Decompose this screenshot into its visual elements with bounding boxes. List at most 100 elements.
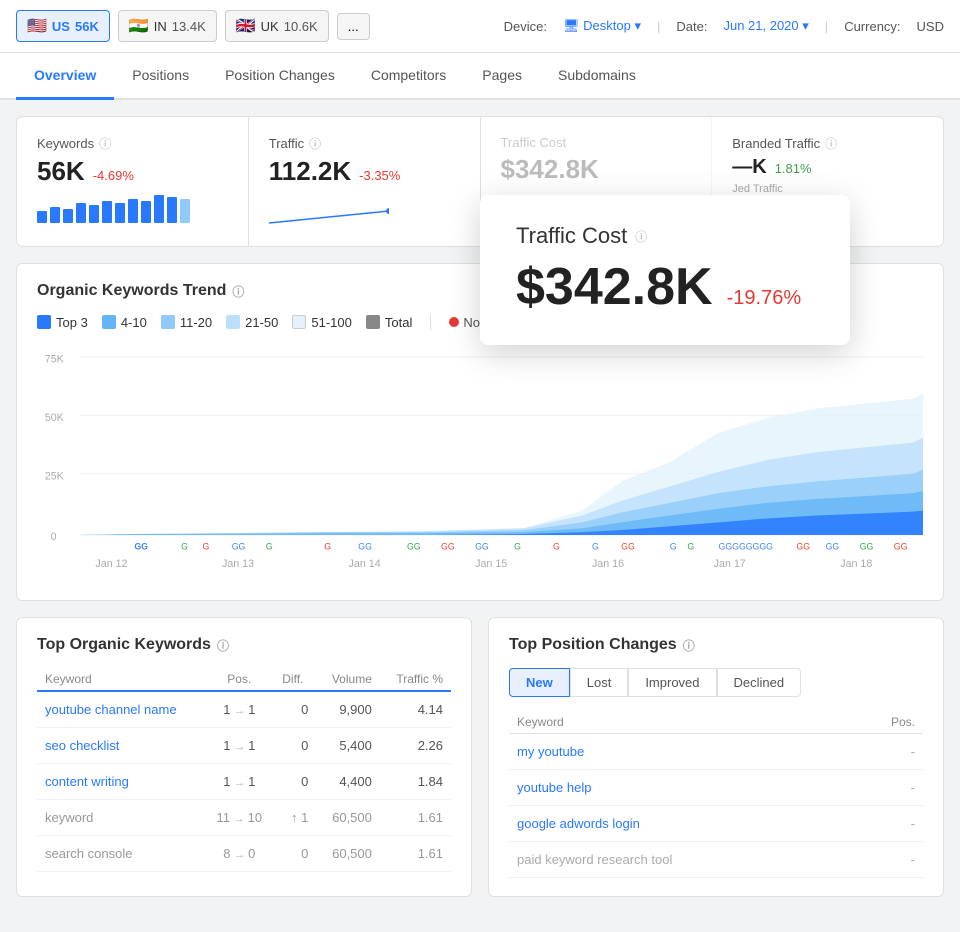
- jed-traffic-label[interactable]: Jed Traffic: [732, 183, 923, 195]
- branded-traffic-value: —K: [732, 156, 766, 179]
- keywords-info-icon[interactable]: ⓘ: [99, 135, 111, 152]
- kw-3-volume: 4,400: [316, 764, 380, 800]
- pos-kw-4-pos: -: [845, 842, 923, 878]
- svg-text:G: G: [553, 542, 560, 552]
- position-changes-tabs: New Lost Improved Declined: [509, 668, 923, 697]
- legend-21-50-checkbox: [226, 315, 240, 329]
- pos-kw-3[interactable]: google adwords login: [509, 806, 845, 842]
- bar-7: [115, 203, 125, 223]
- legend-4-10[interactable]: 4-10: [102, 315, 147, 330]
- traffic-cost-value-hidden: $342.8K: [501, 154, 599, 185]
- traffic-value: 112.2K: [269, 156, 351, 187]
- kw-2-traffic: 2.26: [380, 728, 451, 764]
- legend-total-label: Total: [385, 315, 412, 330]
- kw-4-pos: 11 → 10: [204, 800, 274, 836]
- svg-text:Jan 16: Jan 16: [592, 558, 624, 570]
- tab-overview[interactable]: Overview: [16, 53, 114, 100]
- kw-5-traffic: 1.61: [380, 836, 451, 872]
- country-us[interactable]: 🇺🇸 US 56K: [16, 10, 110, 42]
- tab-competitors[interactable]: Competitors: [353, 53, 464, 100]
- col-keyword: Keyword: [37, 668, 204, 691]
- branded-traffic-info-icon[interactable]: ⓘ: [825, 135, 837, 152]
- pos-kw-3-pos: -: [845, 806, 923, 842]
- keywords-stat: Keywords ⓘ 56K -4.69%: [17, 117, 249, 246]
- count-uk: 10.6K: [284, 19, 318, 34]
- currency-label: Currency:: [844, 19, 900, 34]
- pos-kw-2[interactable]: youtube help: [509, 770, 845, 806]
- svg-text:GG: GG: [826, 542, 840, 552]
- svg-text:GG: GG: [894, 542, 908, 552]
- trend-info-icon[interactable]: ⓘ: [232, 283, 244, 300]
- kw-3-pos: 1 → 1: [204, 764, 274, 800]
- popup-label: Traffic Cost ⓘ: [516, 223, 814, 249]
- legend-4-10-checkbox: [102, 315, 116, 329]
- keywords-mini-bars: [37, 195, 228, 223]
- notes-dot-icon: [449, 317, 459, 327]
- svg-text:GG: GG: [358, 542, 372, 552]
- top-position-changes-info-icon[interactable]: ⓘ: [683, 637, 695, 654]
- device-select[interactable]: 🖥 Desktop ▾: [563, 18, 641, 34]
- pos-kw-4: paid keyword research tool: [509, 842, 845, 878]
- legend-21-50[interactable]: 21-50: [226, 315, 278, 330]
- popup-info-icon[interactable]: ⓘ: [635, 228, 647, 245]
- legend-divider: [430, 314, 431, 330]
- tab-positions[interactable]: Positions: [114, 53, 207, 100]
- legend-total[interactable]: Total: [366, 315, 412, 330]
- pos-tab-declined[interactable]: Declined: [717, 668, 802, 697]
- svg-text:G: G: [266, 542, 273, 552]
- pos-tab-new[interactable]: New: [509, 668, 570, 697]
- legend-21-50-label: 21-50: [245, 315, 278, 330]
- bar-1: [37, 211, 47, 223]
- bar-4: [76, 203, 86, 223]
- legend-11-20[interactable]: 11-20: [161, 315, 212, 330]
- tab-pages[interactable]: Pages: [464, 53, 540, 100]
- table-row: search console 8 → 0 0 60,500 1.61: [37, 836, 451, 872]
- top-keywords-info-icon[interactable]: ⓘ: [217, 637, 229, 654]
- traffic-info-icon[interactable]: ⓘ: [309, 135, 321, 152]
- svg-text:GG: GG: [860, 542, 874, 552]
- traffic-cost-popup: Traffic Cost ⓘ $342.8K -19.76%: [480, 195, 850, 345]
- bar-3: [63, 209, 73, 223]
- traffic-stat: Traffic ⓘ 112.2K -3.35%: [249, 117, 481, 246]
- date-select[interactable]: Jun 21, 2020 ▾: [723, 18, 808, 34]
- legend-total-checkbox: [366, 315, 380, 329]
- svg-text:0: 0: [51, 531, 57, 543]
- top-bar-right: Device: 🖥 Desktop ▾ | Date: Jun 21, 2020…: [504, 18, 944, 34]
- flag-uk: 🇬🇧: [236, 16, 256, 36]
- svg-text:Jan 14: Jan 14: [349, 558, 381, 570]
- kw-1-pos: 1 → 1: [204, 691, 274, 728]
- country-uk[interactable]: 🇬🇧 UK 10.6K: [225, 10, 329, 42]
- tab-subdomains[interactable]: Subdomains: [540, 53, 654, 100]
- pos-tab-lost[interactable]: Lost: [570, 668, 629, 697]
- svg-text:GG: GG: [441, 542, 455, 552]
- bar-5: [89, 205, 99, 223]
- branded-traffic-change: 1.81%: [775, 161, 812, 176]
- more-countries-button[interactable]: ...: [337, 13, 370, 40]
- pos-col-keyword: Keyword: [509, 711, 845, 734]
- legend-51-100[interactable]: 51-100: [292, 315, 351, 330]
- popup-value-row: $342.8K -19.76%: [516, 257, 814, 317]
- svg-text:G: G: [592, 542, 599, 552]
- svg-text:G: G: [514, 542, 521, 552]
- kw-4: keyword: [37, 800, 204, 836]
- svg-text:GGGGGGGG: GGGGGGGG: [719, 542, 774, 552]
- traffic-sparkline: [269, 195, 389, 225]
- kw-3[interactable]: content writing: [37, 764, 204, 800]
- country-in[interactable]: 🇮🇳 IN 13.4K: [118, 10, 217, 42]
- svg-text:50K: 50K: [45, 412, 65, 424]
- bar-11: [167, 197, 177, 223]
- svg-text:75K: 75K: [45, 354, 65, 366]
- pos-tab-improved[interactable]: Improved: [628, 668, 716, 697]
- code-us: US: [52, 19, 70, 34]
- kw-5: search console: [37, 836, 204, 872]
- pos-kw-2-pos: -: [845, 770, 923, 806]
- svg-text:G: G: [324, 542, 331, 552]
- count-us: 56K: [75, 19, 99, 34]
- kw-1[interactable]: youtube channel name: [37, 691, 204, 728]
- legend-top3[interactable]: Top 3: [37, 315, 88, 330]
- kw-2[interactable]: seo checklist: [37, 728, 204, 764]
- pos-kw-1[interactable]: my youtube: [509, 734, 845, 770]
- tab-position-changes[interactable]: Position Changes: [207, 53, 353, 100]
- kw-5-volume: 60,500: [316, 836, 380, 872]
- kw-4-volume: 60,500: [316, 800, 380, 836]
